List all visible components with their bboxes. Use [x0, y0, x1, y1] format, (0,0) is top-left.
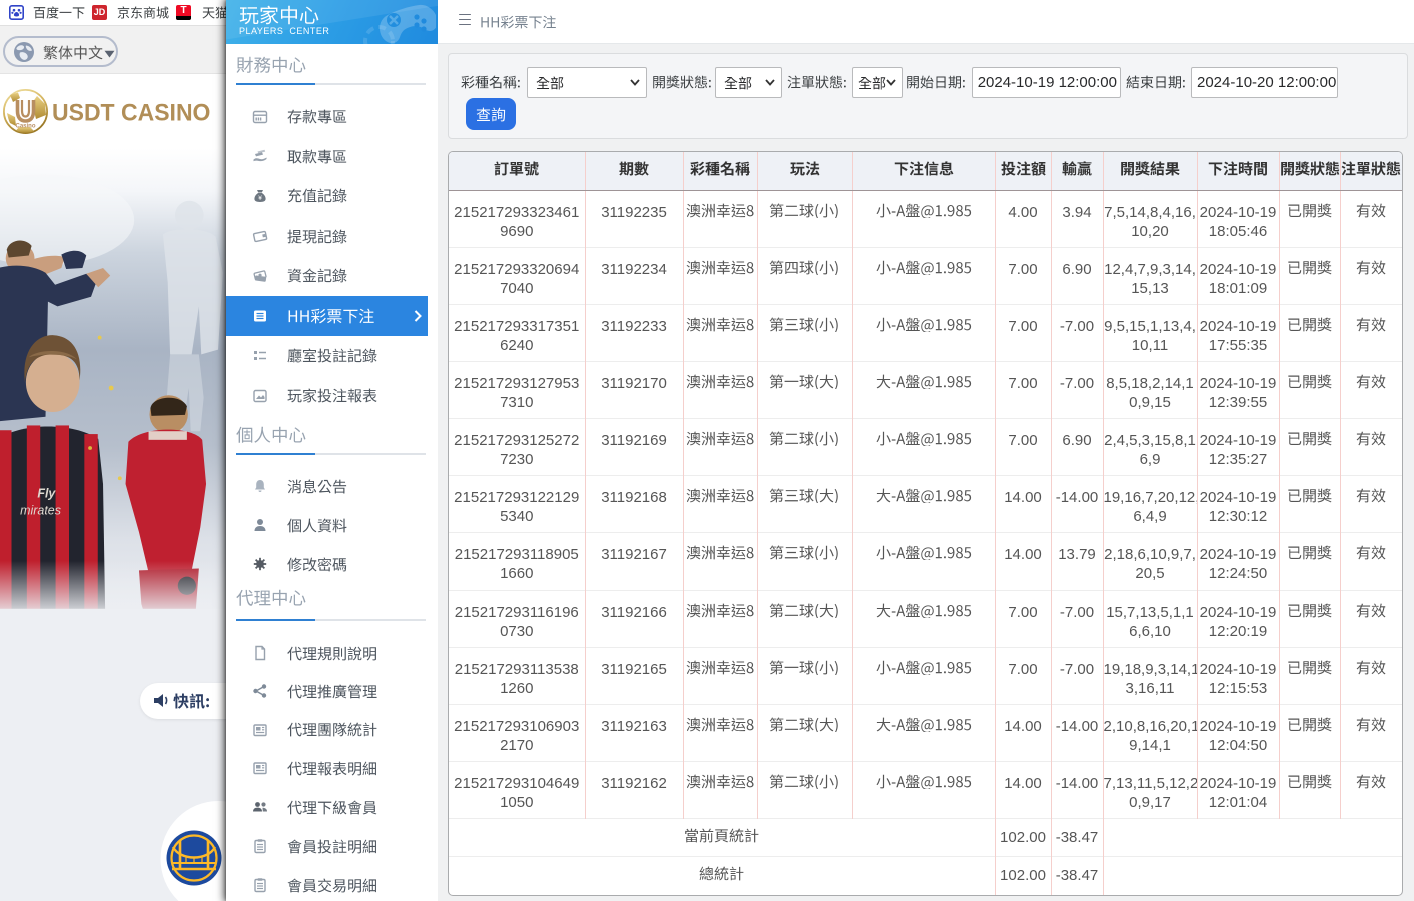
svg-text:Casino: Casino — [15, 124, 35, 130]
svg-text:mirates: mirates — [20, 504, 61, 518]
svg-text:Fly: Fly — [37, 486, 56, 500]
svg-text:¥: ¥ — [258, 194, 262, 201]
